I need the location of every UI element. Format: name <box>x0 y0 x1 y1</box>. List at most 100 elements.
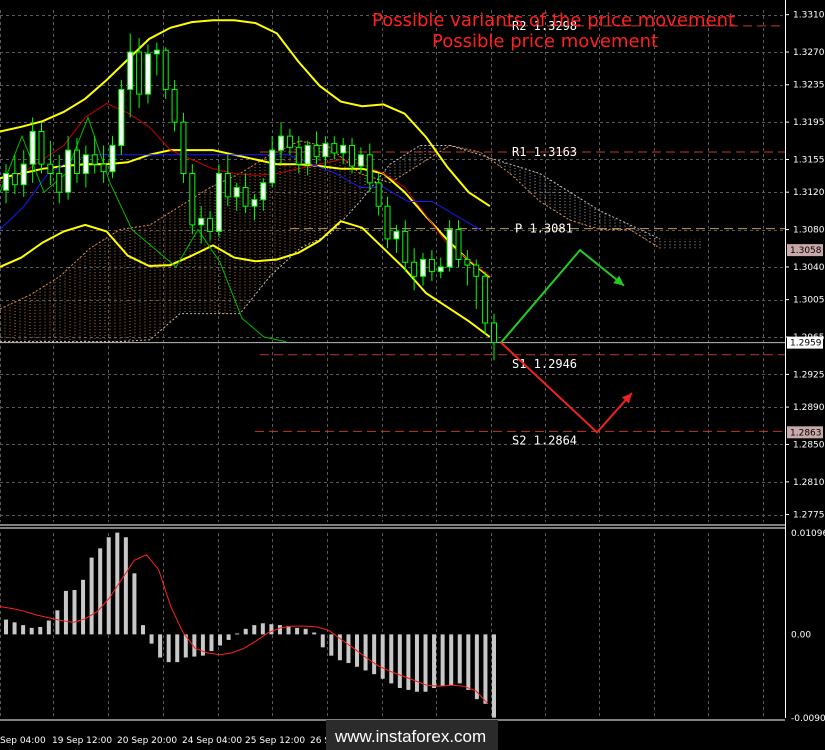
price-box-label: 1.3058 <box>790 246 822 256</box>
osma-bar <box>243 628 248 635</box>
bearish-candle <box>411 261 418 277</box>
osma-bar <box>423 634 428 692</box>
osma-bar <box>89 557 94 635</box>
bearish-candle <box>313 144 320 158</box>
osma-bar <box>235 633 240 635</box>
osma-bar <box>106 537 111 635</box>
osma-bar <box>380 634 385 679</box>
bullish-scenario-arrow-line <box>500 248 625 344</box>
bearish-candle <box>136 51 143 95</box>
osma-bar <box>72 589 77 635</box>
price-tick-label: 1.2775 <box>793 511 825 521</box>
bullish-candle <box>144 53 151 95</box>
price-tick-label: 1.3040 <box>793 263 825 273</box>
bearish-candle <box>162 49 169 90</box>
osma-bar <box>4 619 8 635</box>
bullish-candle <box>20 163 27 186</box>
bullish-candle <box>420 258 427 277</box>
pivot-levels: R2 1.3298R1 1.3163P 1.3081S1 1.2946S2 1.… <box>0 19 785 447</box>
osma-bar <box>158 634 163 658</box>
bearish-candle <box>331 143 338 154</box>
osma-bar <box>432 634 437 689</box>
bearish-candle <box>224 173 231 198</box>
watermark-text: www.instaforex.com <box>334 727 486 746</box>
osma-bar <box>166 634 171 663</box>
bullish-candle <box>65 149 72 193</box>
chart-subtitle: Possible price movement <box>432 31 658 52</box>
osma-bar <box>21 625 26 635</box>
osma-tick-label: 0.01096 <box>791 529 825 539</box>
osma-panel <box>0 532 496 718</box>
bullish-candle <box>82 154 89 175</box>
bullish-candle <box>446 229 453 268</box>
bearish-candle <box>73 149 80 175</box>
price-tick-label: 1.2810 <box>793 478 825 488</box>
bullish-candle <box>340 144 347 154</box>
osma-bar <box>132 573 137 635</box>
osma-bar <box>200 634 205 656</box>
bearish-candle <box>349 144 356 167</box>
bullish-candle <box>357 154 364 167</box>
price-tick-label: 1.2890 <box>793 403 825 413</box>
osma-bar <box>440 634 445 687</box>
time-tick-label: 24 Sep 04:00 <box>182 736 242 746</box>
osma-bar <box>46 620 51 635</box>
price-chart: R2 1.3298R1 1.3163P 1.3081S1 1.2946S2 1.… <box>0 0 825 750</box>
time-tick-label: 20 Sep 20:00 <box>117 736 177 746</box>
bearish-candle <box>56 173 63 193</box>
bullish-candle <box>3 173 9 191</box>
osma-bar <box>389 634 394 684</box>
osma-bar <box>397 634 402 689</box>
pivot-level-label: P 1.3081 <box>515 222 573 236</box>
osma-bar <box>295 627 300 635</box>
osma-bar <box>329 634 334 656</box>
osma-bar <box>492 634 496 718</box>
bullish-candle <box>393 230 400 240</box>
price-tick-label: 1.3310 <box>793 11 825 21</box>
bullish-candle <box>437 266 444 273</box>
bearish-candle <box>455 229 462 260</box>
pivot-level-label: R1 1.3163 <box>512 145 577 159</box>
osma-bar <box>209 634 214 652</box>
price-tick-label: 1.2925 <box>793 370 825 380</box>
bearish-candle <box>171 88 178 123</box>
price-box: 1.2863 <box>787 426 823 439</box>
osma-bar <box>312 632 317 635</box>
osma-bar <box>81 579 86 635</box>
osma-bar <box>123 537 128 635</box>
price-tick-label: 1.3195 <box>793 118 825 128</box>
price-tick-label: 1.3120 <box>793 188 825 198</box>
time-tick-label: 25 Sep 12:00 <box>245 736 305 746</box>
bullish-candle <box>278 135 285 151</box>
bearish-candle <box>11 173 18 186</box>
bullish-candle <box>215 173 222 232</box>
time-tick-label: Sep 04:00 <box>0 736 46 746</box>
bearish-candle <box>207 217 214 232</box>
bearish-candle <box>491 322 497 344</box>
osma-bar <box>406 634 411 690</box>
price-box: 1.3058 <box>787 244 823 257</box>
bearish-candle <box>242 187 249 207</box>
bullish-candle <box>304 144 311 165</box>
osma-bar <box>483 634 488 704</box>
pivot-level-label: S1 1.2946 <box>512 357 577 371</box>
osma-bar <box>277 625 282 635</box>
instaforex-watermark: www.instaforex.com <box>326 720 498 750</box>
osma-bar <box>140 625 145 635</box>
bearish-candle <box>189 173 196 226</box>
bearish-candle <box>384 205 391 240</box>
bearish-candle <box>366 154 373 184</box>
bullish-candle <box>153 49 160 55</box>
bullish-candle <box>118 88 125 146</box>
osma-bar <box>457 634 462 684</box>
bullish-candle <box>198 217 205 226</box>
bullish-candle <box>251 199 258 207</box>
osma-bar <box>372 634 377 675</box>
bearish-candle <box>91 154 98 165</box>
bearish-candle <box>38 130 45 165</box>
osma-bar <box>449 634 454 686</box>
price-tick-label: 1.3080 <box>793 226 825 236</box>
osma-bar <box>466 634 471 690</box>
osma-bar <box>320 634 325 648</box>
price-tick-label: 1.3005 <box>793 296 825 306</box>
